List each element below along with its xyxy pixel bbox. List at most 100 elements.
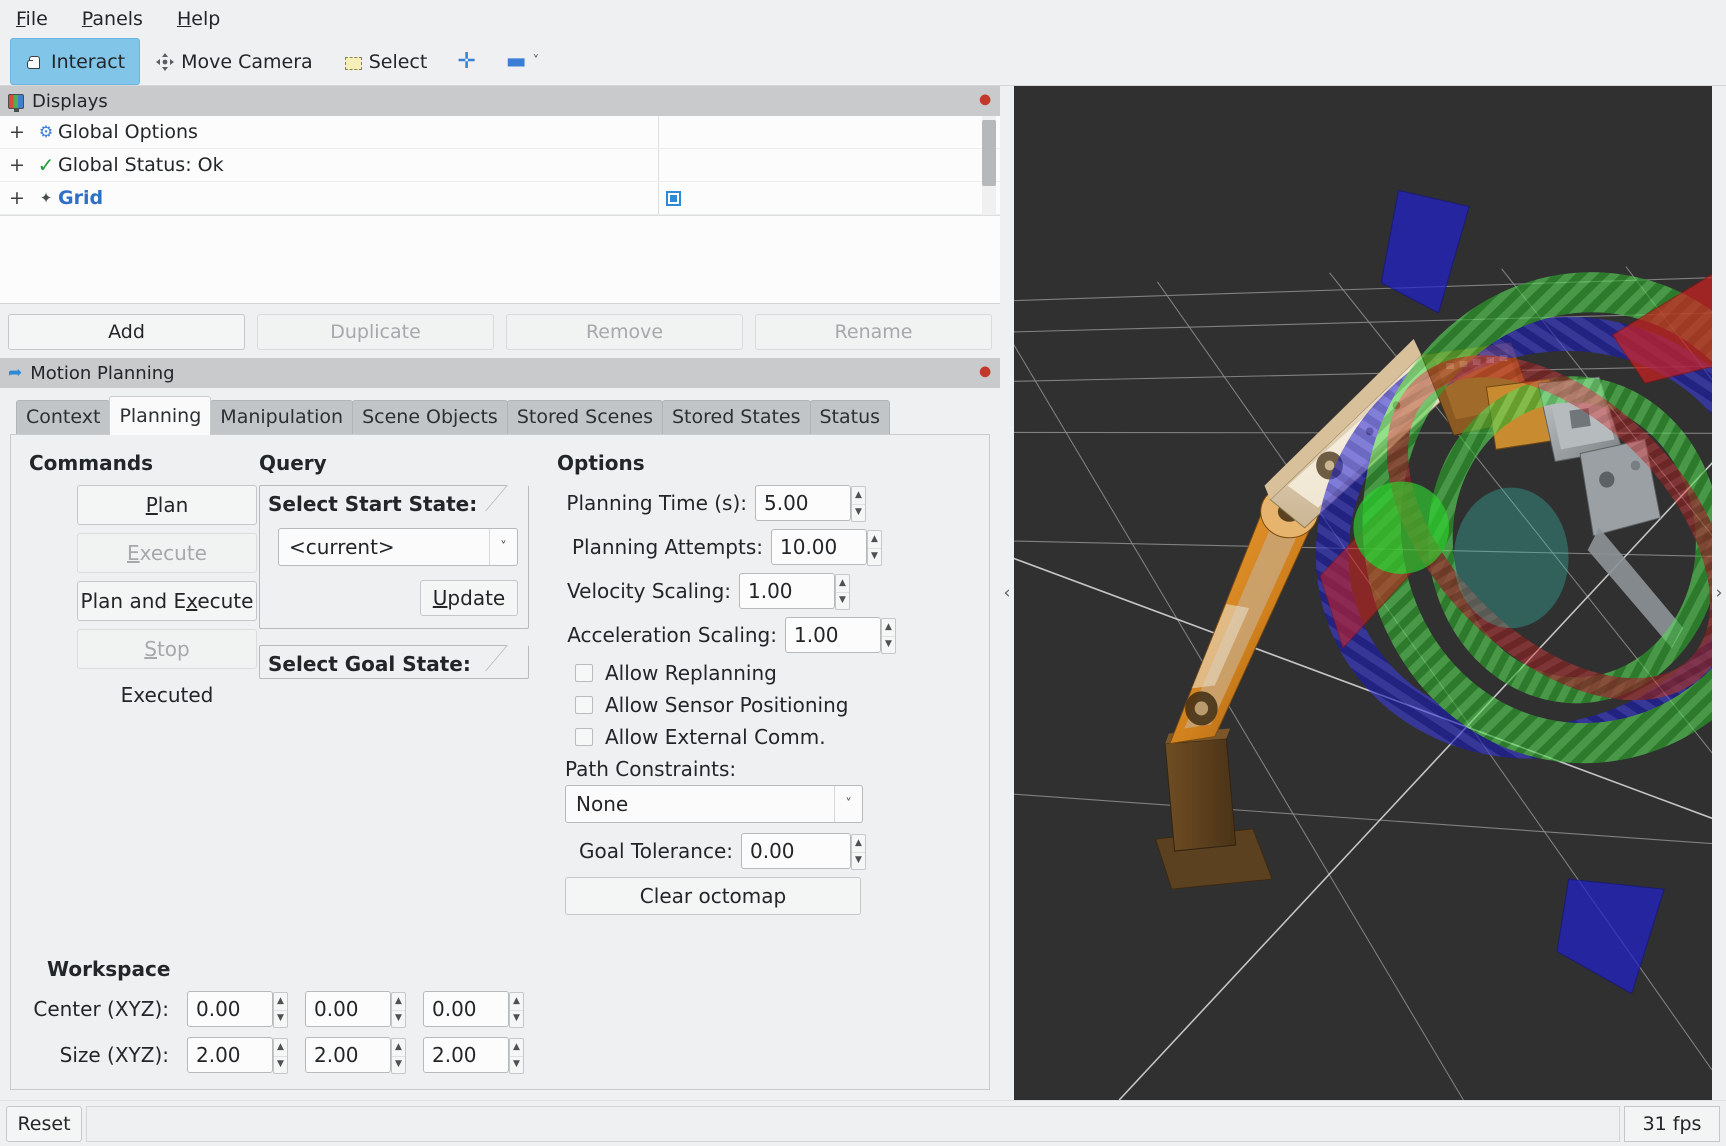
tab-status[interactable]: Status xyxy=(809,400,891,434)
tool-bar: Interact Move Camera Select ✛ ▬ ˅ xyxy=(0,38,1726,86)
stop-button[interactable]: Stop xyxy=(77,629,257,669)
size-y-stepper[interactable]: ▲ ▼ xyxy=(391,1038,406,1074)
displays-tree[interactable]: + ⚙ Global Options + ✓ Global Status: Ok… xyxy=(0,116,1000,215)
tree-scrollbar-thumb[interactable] xyxy=(982,120,996,186)
reset-button[interactable]: Reset xyxy=(6,1105,82,1142)
clear-octomap-button[interactable]: Clear octomap xyxy=(565,877,861,915)
chevron-down-icon[interactable]: ˅ xyxy=(489,529,517,565)
motion-planning-tabs: Context Planning Manipulation Scene Obje… xyxy=(10,396,990,435)
tree-row-global-status[interactable]: + ✓ Global Status: Ok xyxy=(0,149,1000,182)
3d-viewport[interactable] xyxy=(1014,86,1712,1100)
tab-stored-states[interactable]: Stored States xyxy=(661,400,811,434)
center-z-stepper[interactable]: ▲ ▼ xyxy=(509,992,524,1028)
grid-enabled-cell[interactable] xyxy=(658,182,878,214)
goal-tolerance-value: 0.00 xyxy=(750,839,795,863)
robot-scene xyxy=(1154,189,1712,995)
query-heading: Query xyxy=(259,451,327,475)
chevron-down-icon[interactable]: ˅ xyxy=(834,786,862,822)
tree-row-global-options[interactable]: + ⚙ Global Options xyxy=(0,116,1000,149)
start-state-value: <current> xyxy=(289,535,395,559)
stepper-up-icon: ▲ xyxy=(274,993,287,1011)
menu-panels[interactable]: Panels xyxy=(78,6,147,32)
displays-close-icon[interactable]: ● xyxy=(979,93,991,107)
rename-display-button[interactable]: Rename xyxy=(755,314,992,350)
goal-tolerance-spinbox[interactable]: 0.00 ▲ ▼ xyxy=(741,833,866,870)
workspace-size-y-spinbox[interactable]: 2.00 ▲ ▼ xyxy=(305,1037,406,1074)
size-z-stepper[interactable]: ▲ ▼ xyxy=(509,1038,524,1074)
stepper-down-icon: ▼ xyxy=(855,855,862,866)
velocity-scaling-stepper[interactable]: ▲ ▼ xyxy=(835,574,850,610)
stepper-up-icon: ▲ xyxy=(510,993,523,1011)
allow-sensor-positioning-row[interactable]: Allow Sensor Positioning xyxy=(575,693,971,717)
left-splitter-handle[interactable]: ‹ xyxy=(1000,86,1014,1100)
motion-planning-close-icon[interactable]: ● xyxy=(979,365,991,379)
execute-button[interactable]: Execute xyxy=(77,533,257,573)
menu-help[interactable]: Help xyxy=(173,6,224,32)
tool-interact-label: Interact xyxy=(51,50,126,73)
allow-replanning-row[interactable]: Allow Replanning xyxy=(575,661,971,685)
planning-time-stepper[interactable]: ▲ ▼ xyxy=(851,486,866,522)
stepper-down-icon: ▼ xyxy=(839,595,846,606)
reset-label: Reset xyxy=(17,1112,71,1135)
workspace-center-z-spinbox[interactable]: 0.00 ▲ ▼ xyxy=(423,991,524,1028)
remove-display-button[interactable]: Remove xyxy=(506,314,743,350)
plan-status-label: Executed xyxy=(120,683,214,707)
workspace-size-row: Size (XYZ): 2.00 ▲ ▼ 2.00 ▲ ▼ 2.00 ▲ ▼ xyxy=(29,1037,971,1074)
planning-attempts-spinbox[interactable]: 10.00 ▲ ▼ xyxy=(771,529,882,566)
duplicate-display-button[interactable]: Duplicate xyxy=(257,314,494,350)
tool-interact[interactable]: Interact xyxy=(10,38,141,85)
acceleration-scaling-spinbox[interactable]: 1.00 ▲ ▼ xyxy=(785,617,896,654)
planning-attempts-stepper[interactable]: ▲ ▼ xyxy=(867,530,882,566)
acceleration-scaling-row: Acceleration Scaling: 1.00 ▲ ▼ xyxy=(557,617,971,654)
workspace-center-x-spinbox[interactable]: 0.00 ▲ ▼ xyxy=(187,991,288,1028)
tab-stored-scenes[interactable]: Stored Scenes xyxy=(506,400,663,434)
expander-icon[interactable]: + xyxy=(0,187,34,209)
expander-icon[interactable]: + xyxy=(0,121,34,143)
plan-button[interactable]: Plan xyxy=(77,485,257,525)
displays-panel: + ⚙ Global Options + ✓ Global Status: Ok… xyxy=(0,116,1000,304)
update-label: Update xyxy=(432,586,506,610)
allow-sensor-positioning-checkbox[interactable] xyxy=(575,696,593,714)
displays-title-label: Displays xyxy=(32,90,108,112)
center-y-stepper[interactable]: ▲ ▼ xyxy=(391,992,406,1028)
add-display-button[interactable]: Add xyxy=(8,314,245,350)
workspace-center-y-spinbox[interactable]: 0.00 ▲ ▼ xyxy=(305,991,406,1028)
goal-tolerance-stepper[interactable]: ▲ ▼ xyxy=(851,834,866,870)
chevron-left-icon: ‹ xyxy=(1003,583,1011,603)
tab-context[interactable]: Context xyxy=(16,400,111,434)
planning-attempts-row: Planning Attempts: 10.00 ▲ ▼ xyxy=(557,529,971,566)
stepper-down-icon: ▼ xyxy=(395,1013,402,1024)
planning-time-spinbox[interactable]: 5.00 ▲ ▼ xyxy=(755,485,866,522)
menu-help-label-rest: elp xyxy=(191,8,221,30)
workspace-center-z-value: 0.00 xyxy=(432,997,477,1021)
allow-external-comm-checkbox[interactable] xyxy=(575,728,593,746)
allow-external-comm-row[interactable]: Allow External Comm. xyxy=(575,725,971,749)
acceleration-scaling-stepper[interactable]: ▲ ▼ xyxy=(881,618,896,654)
size-x-stepper[interactable]: ▲ ▼ xyxy=(273,1038,288,1074)
right-splitter-handle[interactable]: › xyxy=(1712,86,1726,1100)
tree-row-grid[interactable]: + ✦ Grid xyxy=(0,182,1000,215)
tool-remove[interactable]: ▬ ˅ xyxy=(491,38,554,85)
remove-label: Remove xyxy=(585,321,664,343)
displays-dock-title: Displays ● xyxy=(0,86,1000,116)
tab-manipulation[interactable]: Manipulation xyxy=(210,400,354,434)
rviz-window: File Panels Help Interact Move Camera Se… xyxy=(0,0,1726,1146)
allow-replanning-checkbox[interactable] xyxy=(575,664,593,682)
plan-and-execute-button[interactable]: Plan and Execute xyxy=(77,581,257,621)
update-start-state-button[interactable]: Update xyxy=(420,580,518,616)
velocity-scaling-row: Velocity Scaling: 1.00 ▲ ▼ xyxy=(557,573,971,610)
workspace-size-z-spinbox[interactable]: 2.00 ▲ ▼ xyxy=(423,1037,524,1074)
workspace-size-x-spinbox[interactable]: 2.00 ▲ ▼ xyxy=(187,1037,288,1074)
tool-add[interactable]: ✛ xyxy=(442,38,490,85)
expander-icon[interactable]: + xyxy=(0,154,34,176)
tool-move-camera[interactable]: Move Camera xyxy=(140,38,328,85)
tab-planning[interactable]: Planning xyxy=(109,396,212,435)
tool-select[interactable]: Select xyxy=(328,38,443,85)
tab-scene-objects[interactable]: Scene Objects xyxy=(352,400,508,434)
velocity-scaling-spinbox[interactable]: 1.00 ▲ ▼ xyxy=(739,573,850,610)
path-constraints-combo[interactable]: None ˅ xyxy=(565,785,863,823)
grid-enabled-checkbox[interactable] xyxy=(666,190,681,206)
center-x-stepper[interactable]: ▲ ▼ xyxy=(273,992,288,1028)
menu-file[interactable]: File xyxy=(12,6,52,32)
start-state-combo[interactable]: <current> ˅ xyxy=(278,528,518,566)
